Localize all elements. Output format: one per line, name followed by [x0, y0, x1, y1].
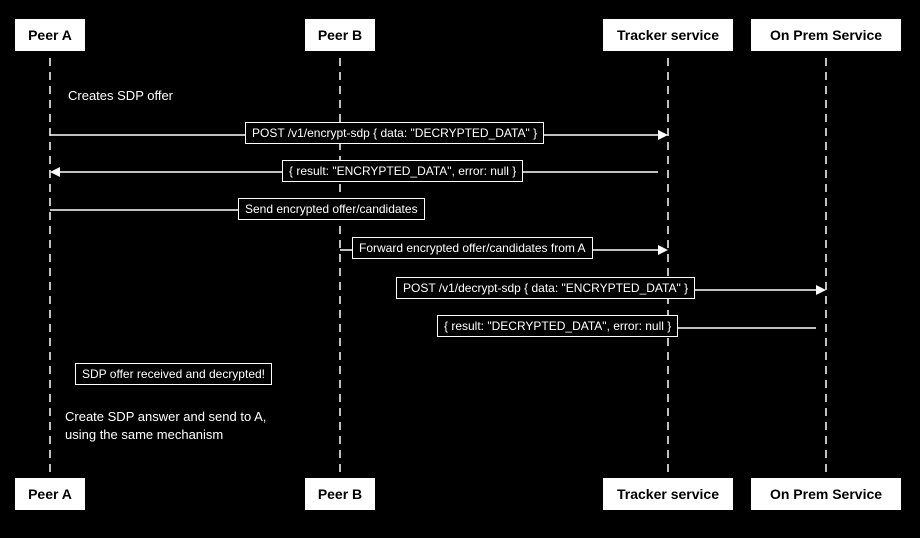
actor-peer-b-bottom: Peer B — [305, 478, 375, 510]
msg-send-encrypted: Send encrypted offer/candidates — [238, 198, 425, 220]
actor-peer-b-top: Peer B — [305, 19, 375, 51]
msg-create-answer: Create SDP answer and send to A, using t… — [65, 408, 266, 444]
msg-result-encrypted: { result: "ENCRYPTED_DATA", error: null … — [282, 160, 523, 182]
actor-tracker-bottom: Tracker service — [603, 478, 733, 510]
msg-post-encrypt: POST /v1/encrypt-sdp { data: "DECRYPTED_… — [245, 122, 544, 144]
msg-sdp-received: SDP offer received and decrypted! — [75, 363, 272, 385]
msg-post-decrypt: POST /v1/decrypt-sdp { data: "ENCRYPTED_… — [396, 277, 695, 299]
msg-creates-sdp: Creates SDP offer — [68, 88, 173, 103]
actor-peer-a-top: Peer A — [15, 19, 85, 51]
actor-peer-a-bottom: Peer A — [15, 478, 85, 510]
sequence-diagram: Peer A Peer B Tracker service On Prem Se… — [0, 0, 920, 538]
msg-result-decrypted: { result: "DECRYPTED_DATA", error: null … — [437, 315, 678, 337]
actor-onprem-top: On Prem Service — [751, 19, 901, 51]
actor-tracker-top: Tracker service — [603, 19, 733, 51]
arrows-svg — [0, 0, 920, 538]
msg-forward-encrypted: Forward encrypted offer/candidates from … — [352, 237, 593, 259]
actor-onprem-bottom: On Prem Service — [751, 478, 901, 510]
